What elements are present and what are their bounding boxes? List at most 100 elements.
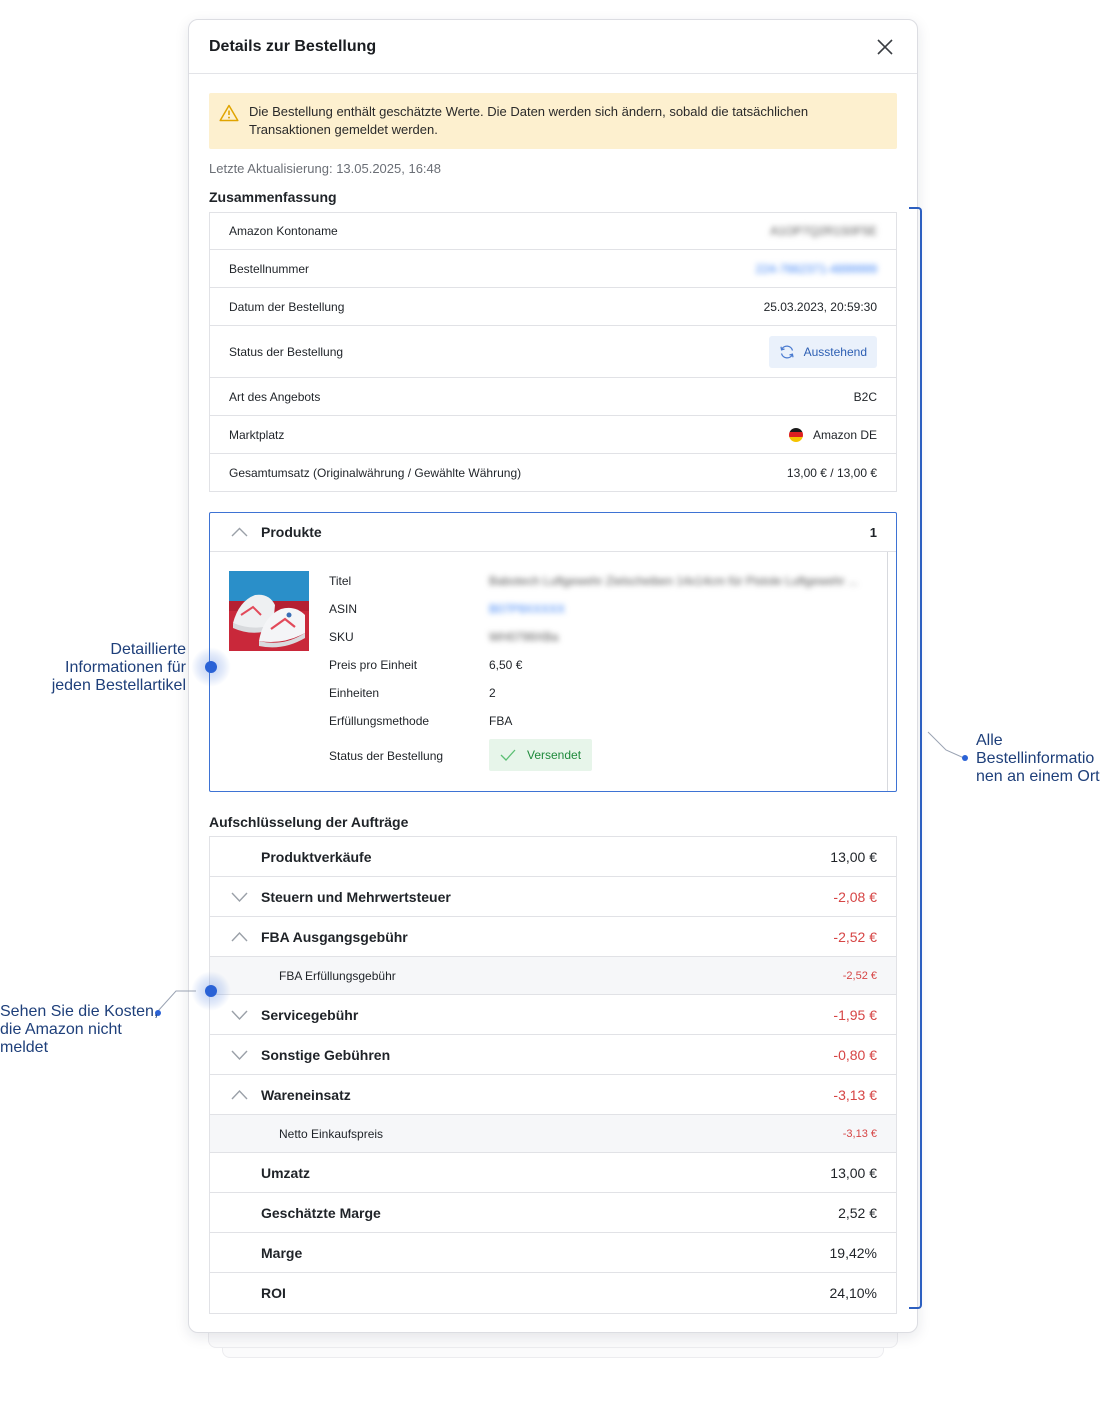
product-field-label: ASIN <box>329 602 358 616</box>
order-number-link[interactable]: 224-7662371-4899999 <box>756 262 877 276</box>
summary-row-date: Datum der Bestellung 25.03.2023, 20:59:3… <box>210 288 896 326</box>
product-item: Titel Babotech Luftgewehr Zielscheiben 1… <box>210 552 896 791</box>
summary-label: Art des Angebots <box>229 389 321 404</box>
dialog-title: Details zur Bestellung <box>209 37 377 55</box>
breakdown-row-other-fees[interactable]: Sonstige Gebühren -0,80 € <box>210 1035 896 1075</box>
annotation-line: Alle <box>976 732 1003 749</box>
annotation-line: nen an einem Ort <box>976 768 1100 785</box>
breakdown-value: -0,80 € <box>833 1046 877 1063</box>
breakdown-row-product-sales: Produktverkäufe 13,00 € <box>210 837 896 877</box>
annotation-line: Informationen für <box>65 659 186 676</box>
estimate-warning-banner: Die Bestellung enthält geschätzte Werte.… <box>209 93 897 149</box>
close-icon <box>877 38 893 55</box>
shipped-text: Versendet <box>527 748 582 762</box>
breakdown-row-cogs[interactable]: Wareneinsatz -3,13 € <box>210 1075 896 1115</box>
product-units: 2 <box>489 686 496 700</box>
breakdown-subrow-fba-fulfillment: FBA Erfüllungsgebühr -2,52 € <box>210 957 896 995</box>
product-unit-price: 6,50 € <box>489 658 523 672</box>
chevron-up-icon[interactable] <box>231 931 248 943</box>
summary-label: Gesamtumsatz (Originalwährung / Gewählte… <box>229 465 522 480</box>
summary-label: Bestellnummer <box>229 261 310 276</box>
marketplace-text: Amazon DE <box>812 427 877 442</box>
breakdown-label: Sonstige Gebühren <box>261 1046 391 1063</box>
chevron-up-icon[interactable] <box>231 527 248 537</box>
breakdown-value: -1,95 € <box>833 1006 877 1023</box>
breakdown-row-revenue: Umzatz 13,00 € <box>210 1153 896 1193</box>
offer-type-value: B2C <box>853 389 877 404</box>
chevron-up-icon[interactable] <box>231 1089 248 1101</box>
breakdown-label: ROI <box>261 1285 286 1301</box>
breakdown-row-service-fee[interactable]: Servicegebühr -1,95 € <box>210 995 896 1035</box>
summary-row-total: Gesamtumsatz (Originalwährung / Gewählte… <box>210 454 896 491</box>
last-updated: Letzte Aktualisierung: 13.05.2025, 16:48 <box>209 161 442 176</box>
annotation-line: jeden Bestellartikel <box>51 677 186 694</box>
annotation-line: Detaillierte <box>110 641 186 658</box>
product-fulfillment: FBA <box>489 714 513 728</box>
products-label: Produkte <box>261 524 322 540</box>
status-badge-shipped: Versendet <box>489 739 593 771</box>
annotation-marker-items <box>191 647 231 687</box>
breakdown-label: Wareneinsatz <box>261 1086 351 1103</box>
order-details-dialog: Details zur Bestellung Die Bestellung en… <box>188 19 918 1333</box>
breakdown-label: FBA Ausgangsgebühr <box>261 928 408 945</box>
product-asin-link[interactable]: B07P9XXXXX <box>489 602 565 616</box>
check-icon <box>500 749 516 761</box>
breakdown-value: 2,52 € <box>838 1204 877 1221</box>
status-text: Ausstehend <box>803 344 867 359</box>
products-panel: Produkte 1 Titel Babotech Luftgewehr Zie… <box>209 512 897 792</box>
breakdown-label: Servicegebühr <box>261 1006 359 1023</box>
product-sku-value: WH0799XBa <box>489 630 559 644</box>
breakdown-row-roi: ROI 24,10% <box>210 1273 896 1313</box>
products-count: 1 <box>869 524 877 540</box>
breakdown-value: -2,52 € <box>842 969 877 982</box>
summary-table: Amazon Kontoname A1OP7Q2R1S0F5E Bestelln… <box>209 212 897 492</box>
products-header[interactable]: Produkte 1 <box>210 513 896 552</box>
product-field-label: Titel <box>329 574 352 588</box>
breakdown-value: 24,10% <box>829 1285 877 1301</box>
annotation-bracket <box>909 207 922 1309</box>
breakdown-row-estimated-margin: Geschätzte Marge 2,52 € <box>210 1193 896 1233</box>
germany-flag-icon <box>788 427 803 442</box>
warning-text: Die Bestellung enthält geschätzte Werte.… <box>249 104 809 137</box>
close-button[interactable] <box>873 35 897 59</box>
status-badge-pending: Ausstehend <box>768 335 877 368</box>
breakdown-value: 13,00 € <box>830 1164 877 1181</box>
breakdown-subrow-net-purchase: Netto Einkaufspreis -3,13 € <box>210 1115 896 1153</box>
breakdown-row-fba-outbound[interactable]: FBA Ausgangsgebühr -2,52 € <box>210 917 896 957</box>
products-scrollbar[interactable] <box>887 552 888 791</box>
summary-row-status: Status der Bestellung Ausstehend <box>210 326 896 378</box>
annotation-line: Sehen Sie die Kosten, <box>0 1003 159 1020</box>
summary-row-order-number: Bestellnummer 224-7662371-4899999 <box>210 250 896 288</box>
product-field-label: Einheiten <box>329 686 380 700</box>
summary-row-marketplace: Marktplatz Amazon DE <box>210 416 896 454</box>
annotation-line: Bestellinformatio <box>976 750 1095 767</box>
breakdown-label: FBA Erfüllungsgebühr <box>279 968 396 983</box>
breakdown-label: Netto Einkaufspreis <box>279 1126 384 1141</box>
breakdown-label: Geschätzte Marge <box>261 1204 381 1221</box>
chevron-down-icon[interactable] <box>231 891 248 903</box>
breakdown-value: -3,13 € <box>833 1086 877 1103</box>
breakdown-value: 13,00 € <box>830 848 877 865</box>
chevron-down-icon[interactable] <box>231 1049 248 1061</box>
breakdown-label: Steuern und Mehrwertsteuer <box>261 888 451 905</box>
breakdown-row-taxes[interactable]: Steuern und Mehrwertsteuer -2,08 € <box>210 877 896 917</box>
summary-label: Amazon Kontoname <box>229 224 338 238</box>
summary-row-account: Amazon Kontoname A1OP7Q2R1S0F5E <box>210 213 896 250</box>
breakdown-row-margin: Marge 19,42% <box>210 1233 896 1273</box>
breakdown-value: 19,42% <box>829 1244 877 1261</box>
product-field-label: SKU <box>329 630 354 644</box>
breakdown-label: Produktverkäufe <box>261 848 372 865</box>
summary-label: Status der Bestellung <box>229 344 344 359</box>
breakdown-table: Produktverkäufe 13,00 € Steuern und Mehr… <box>209 836 897 1314</box>
summary-row-offer-type: Art des Angebots B2C <box>210 378 896 416</box>
breakdown-label: Umzatz <box>261 1164 311 1181</box>
chevron-down-icon[interactable] <box>231 1009 248 1021</box>
breakdown-value: -2,52 € <box>833 928 877 945</box>
breakdown-value: -2,08 € <box>833 888 877 905</box>
order-date-value: 25.03.2023, 20:59:30 <box>763 299 877 314</box>
annotation-hidden-costs: Sehen Sie die Kosten, die Amazon nicht m… <box>0 1003 158 1057</box>
annotation-item-details: Detaillierte Informationen für jeden Bes… <box>52 641 186 695</box>
breakdown-value: -3,13 € <box>842 1127 877 1140</box>
summary-label: Datum der Bestellung <box>229 299 345 314</box>
total-revenue-value: 13,00 € / 13,00 € <box>786 465 877 480</box>
